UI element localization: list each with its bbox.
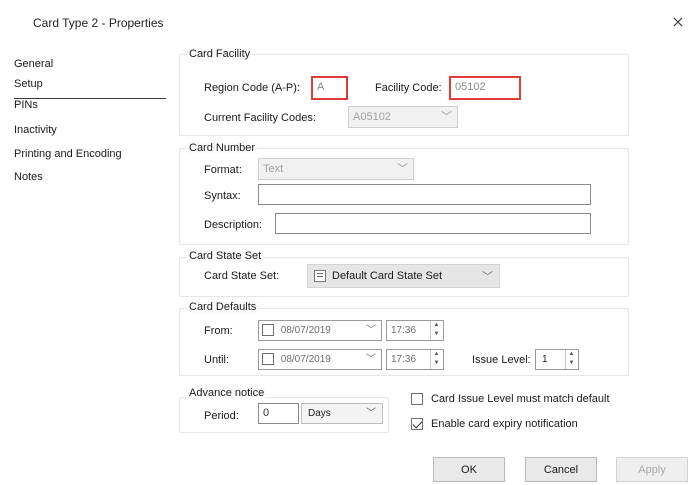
sidebar-item-printing-and-encoding[interactable]: Printing and Encoding bbox=[14, 148, 122, 160]
card-number-legend: Card Number bbox=[187, 142, 258, 154]
issue-level-label: Issue Level: bbox=[472, 354, 531, 366]
expiry-notification-checkbox[interactable] bbox=[411, 418, 423, 430]
facility-code-label: Facility Code: bbox=[375, 82, 442, 94]
chevron-down-icon: ﹀ bbox=[366, 408, 376, 419]
until-time-input[interactable]: 17:36 ▲ ▼ bbox=[386, 349, 444, 370]
current-facility-codes-label: Current Facility Codes: bbox=[204, 112, 316, 124]
chevron-down-icon: ﹀ bbox=[366, 325, 376, 336]
setup-panel: Card Facility Region Code (A-P): A Facil… bbox=[170, 44, 693, 485]
issue-level-value: 1 bbox=[542, 354, 548, 365]
period-label: Period: bbox=[204, 410, 239, 422]
from-time-spinner[interactable]: ▲ ▼ bbox=[430, 321, 442, 340]
chevron-down-icon: ﹀ bbox=[482, 271, 493, 283]
description-label: Description: bbox=[204, 219, 263, 231]
issue-level-match-label: Card Issue Level must match default bbox=[431, 393, 610, 405]
until-date-value: 08/07/2019 bbox=[280, 354, 331, 365]
sidebar-item-general[interactable]: General bbox=[14, 58, 53, 70]
from-date-checkbox[interactable] bbox=[262, 324, 274, 337]
region-code-label: Region Code (A-P): bbox=[204, 82, 300, 94]
state-set-icon bbox=[314, 270, 326, 282]
facility-code-input[interactable]: 05102 bbox=[449, 76, 521, 100]
region-code-input[interactable]: A bbox=[311, 76, 348, 100]
card-state-set-select[interactable]: Default Card State Set ﹀ bbox=[307, 264, 500, 288]
current-facility-codes-select[interactable]: A05102 ﹀ bbox=[348, 106, 458, 128]
current-facility-codes-value: A05102 bbox=[353, 111, 391, 123]
chevron-down-icon: ﹀ bbox=[441, 111, 452, 123]
until-date-picker[interactable]: 08/07/2019 ﹀ bbox=[258, 349, 382, 370]
card-state-set-label: Card State Set: bbox=[204, 270, 280, 282]
period-unit-value: Days bbox=[308, 408, 331, 419]
period-input[interactable]: 0 bbox=[258, 403, 299, 424]
format-label: Format: bbox=[204, 164, 242, 176]
chevron-down-icon: ﹀ bbox=[366, 354, 376, 365]
dialog-title: Card Type 2 - Properties bbox=[33, 16, 164, 30]
sidebar-item-pins[interactable]: PINs bbox=[14, 99, 38, 111]
title-bar: Card Type 2 - Properties bbox=[0, 0, 693, 44]
description-input[interactable] bbox=[275, 213, 591, 234]
issue-level-spinner[interactable]: ▲ ▼ bbox=[565, 350, 577, 369]
chevron-down-icon: ﹀ bbox=[397, 163, 408, 175]
close-icon bbox=[673, 17, 683, 27]
card-defaults-legend: Card Defaults bbox=[187, 301, 259, 313]
properties-dialog: Card Type 2 - Properties General Setup P… bbox=[0, 0, 693, 485]
issue-level-input[interactable]: 1 ▲ ▼ bbox=[535, 349, 579, 370]
sidebar-nav: General Setup PINs Inactivity Printing a… bbox=[0, 44, 170, 485]
syntax-input[interactable] bbox=[258, 184, 591, 205]
sidebar-item-notes[interactable]: Notes bbox=[14, 171, 43, 183]
apply-button[interactable]: Apply bbox=[616, 457, 688, 482]
until-time-spinner[interactable]: ▲ ▼ bbox=[430, 350, 442, 369]
cancel-button[interactable]: Cancel bbox=[525, 457, 597, 482]
format-value: Text bbox=[263, 163, 284, 175]
ok-button[interactable]: OK bbox=[433, 457, 505, 482]
issue-level-match-checkbox[interactable] bbox=[411, 393, 423, 405]
from-date-picker[interactable]: 08/07/2019 ﹀ bbox=[258, 320, 382, 341]
issue-level-match-option[interactable]: Card Issue Level must match default bbox=[411, 393, 610, 405]
until-label: Until: bbox=[204, 354, 230, 366]
sidebar-item-setup[interactable]: Setup bbox=[14, 78, 43, 90]
format-select[interactable]: Text ﹀ bbox=[258, 158, 414, 180]
expiry-notification-option[interactable]: Enable card expiry notification bbox=[411, 418, 578, 430]
card-state-set-value: Default Card State Set bbox=[332, 270, 443, 282]
from-label: From: bbox=[204, 325, 233, 337]
from-time-value: 17:36 bbox=[391, 325, 417, 336]
close-button[interactable] bbox=[669, 11, 687, 33]
until-date-checkbox[interactable] bbox=[262, 353, 274, 366]
card-state-set-legend: Card State Set bbox=[187, 250, 264, 262]
from-time-input[interactable]: 17:36 ▲ ▼ bbox=[386, 320, 444, 341]
expiry-notification-label: Enable card expiry notification bbox=[431, 418, 578, 430]
period-unit-select[interactable]: Days ﹀ bbox=[301, 403, 383, 424]
syntax-label: Syntax: bbox=[204, 190, 241, 202]
advance-notice-legend: Advance notice bbox=[187, 387, 267, 399]
from-date-value: 08/07/2019 bbox=[280, 325, 331, 336]
until-time-value: 17:36 bbox=[391, 354, 417, 365]
sidebar-item-inactivity[interactable]: Inactivity bbox=[14, 124, 57, 136]
card-facility-legend: Card Facility bbox=[187, 48, 253, 60]
